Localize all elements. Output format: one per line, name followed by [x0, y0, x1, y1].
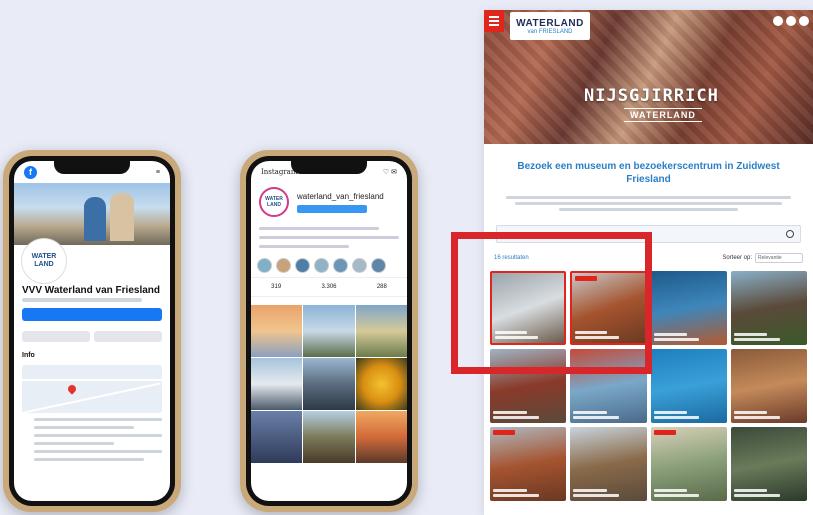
grid-photo[interactable]	[303, 411, 355, 463]
sort-select[interactable]: Relevantie	[755, 253, 803, 263]
museum-tile[interactable]	[730, 427, 807, 501]
like-button[interactable]	[22, 331, 90, 342]
instagram-follow-button[interactable]	[297, 204, 367, 213]
cover-person-1	[84, 197, 106, 241]
bio-line	[259, 236, 399, 239]
hero-social-icons	[773, 16, 809, 26]
phone-notch	[291, 161, 367, 174]
map-pin-icon	[66, 383, 78, 395]
highlight-circle[interactable]	[257, 258, 272, 273]
facebook-page-meta	[22, 298, 142, 302]
instagram-actions-icon[interactable]: ♡ ✉	[383, 168, 397, 176]
grid-photo[interactable]	[251, 305, 303, 357]
info-text-line	[34, 418, 162, 421]
facebook-page-name: VVV Waterland van Friesland	[22, 285, 161, 296]
avatar-logo-text: WATER LAND	[265, 196, 283, 208]
posts-count: 319	[271, 284, 282, 290]
facebook-screen: f ≡ WATER LAND VVV Waterland van Friesla…	[14, 161, 170, 501]
instagram-profile-avatar[interactable]: WATER LAND	[259, 187, 289, 217]
highlight-circle[interactable]	[333, 258, 348, 273]
social-icon[interactable]	[799, 16, 809, 26]
museum-tile[interactable]	[730, 271, 807, 345]
page-heading: Bezoek een museum en bezoekerscentrum in…	[517, 161, 780, 185]
museum-tile[interactable]	[650, 427, 727, 501]
highlight-circle[interactable]	[371, 258, 386, 273]
facebook-map[interactable]	[22, 365, 162, 413]
phone-bezel: Instagram ♡ ✉ WATER LAND waterland_van_f…	[246, 156, 412, 506]
map-road	[22, 379, 162, 381]
highlight-circle[interactable]	[276, 258, 291, 273]
menu-icon[interactable]: ≡	[156, 169, 160, 176]
highlight-box	[451, 232, 652, 374]
instagram-stats: 319 3.306 288	[251, 277, 407, 297]
instagram-screen: Instagram ♡ ✉ WATER LAND waterland_van_f…	[251, 161, 407, 501]
grid-photo[interactable]	[251, 411, 303, 463]
bio-line	[259, 227, 379, 230]
grid-photo[interactable]	[355, 305, 407, 357]
map-road	[23, 382, 161, 413]
text-line	[559, 208, 738, 211]
hamburger-menu-icon[interactable]	[484, 10, 504, 32]
social-icon[interactable]	[786, 16, 796, 26]
info-text-line	[34, 442, 114, 445]
grid-photo[interactable]	[355, 411, 407, 463]
museum-tile[interactable]	[650, 271, 727, 345]
phone-bezel: f ≡ WATER LAND VVV Waterland van Friesla…	[9, 156, 175, 506]
logo-main-text: WATERLAND	[516, 17, 584, 29]
info-text-line	[34, 458, 144, 461]
info-text-line	[34, 434, 162, 437]
instagram-phone-mockup: Instagram ♡ ✉ WATER LAND waterland_van_f…	[240, 150, 418, 512]
hero-banner: WATERLAND van FRIESLAND NIJSGJIRRICH WAT…	[484, 10, 813, 144]
highlight-circle[interactable]	[295, 258, 310, 273]
search-icon[interactable]	[786, 230, 794, 238]
facebook-info-heading: Info	[22, 352, 35, 359]
text-line	[505, 196, 792, 199]
facebook-phone-mockup: f ≡ WATER LAND VVV Waterland van Friesla…	[3, 150, 181, 512]
grid-photo[interactable]	[251, 358, 303, 410]
message-button[interactable]	[94, 331, 162, 342]
instagram-story-highlights	[251, 248, 407, 277]
grid-photo[interactable]	[303, 305, 355, 357]
facebook-action-row	[22, 331, 162, 342]
hero-subtitle: WATERLAND	[624, 108, 702, 122]
facebook-logo-icon: f	[24, 165, 37, 179]
cover-person-2	[110, 193, 134, 241]
facebook-cover-photo	[14, 183, 170, 245]
facebook-profile-avatar[interactable]: WATER LAND	[22, 239, 66, 283]
grid-photo[interactable]	[303, 358, 355, 410]
logo-sub-text: van FRIESLAND	[527, 28, 573, 35]
site-logo[interactable]: WATERLAND van FRIESLAND	[510, 12, 590, 40]
instagram-profile-header: WATER LAND waterland_van_friesland	[251, 183, 407, 221]
museum-tile[interactable]	[490, 427, 567, 501]
intro-paragraph	[500, 196, 797, 211]
hero-title: NIJSGJIRRICH	[584, 86, 719, 106]
sort-control: Sorteer op: Relevantie	[722, 253, 803, 263]
following-count: 288	[376, 284, 387, 290]
highlight-circle[interactable]	[352, 258, 367, 273]
social-icon[interactable]	[773, 16, 783, 26]
avatar-logo-text: WATER LAND	[31, 253, 57, 268]
facebook-primary-button[interactable]	[22, 308, 162, 321]
info-text-line	[34, 426, 134, 429]
instagram-photo-grid	[251, 305, 407, 463]
museum-tile[interactable]	[730, 349, 807, 423]
info-text-line	[34, 450, 162, 453]
highlight-circle[interactable]	[314, 258, 329, 273]
instagram-username: waterland_van_friesland	[297, 191, 384, 201]
grid-photo[interactable]	[355, 358, 407, 410]
sort-label: Sorteer op:	[722, 255, 752, 261]
followers-count: 3.306	[321, 284, 337, 290]
museum-tile[interactable]	[650, 349, 727, 423]
phone-notch	[54, 161, 130, 174]
text-line	[514, 202, 783, 205]
museum-tile[interactable]	[570, 427, 647, 501]
